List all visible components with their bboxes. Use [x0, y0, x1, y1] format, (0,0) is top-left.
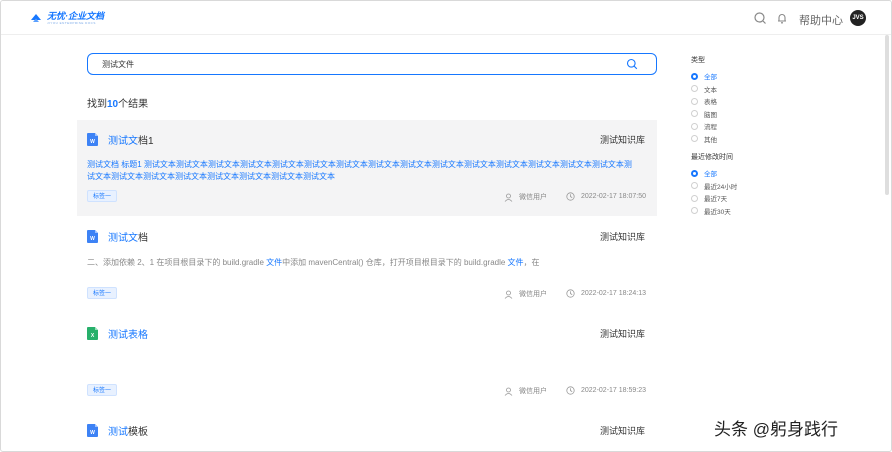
modified-time-filter: 最近修改时间 全部 最近24小时 最近7天 最近30天 — [691, 152, 737, 217]
radio-icon[interactable] — [691, 97, 698, 105]
user-icon — [504, 193, 513, 202]
result-title[interactable]: W 测试文 档1 — [87, 132, 154, 147]
type-option-other[interactable]: 其他 — [691, 133, 717, 146]
logo[interactable]: 无忧·企业文档 JIYOU ENTERPRISE DOCS — [29, 11, 104, 25]
type-option-all[interactable]: 全部 — [691, 70, 717, 83]
app-window: 无忧·企业文档 JIYOU ENTERPRISE DOCS 帮助中心 JVS 找… — [0, 0, 892, 452]
word-doc-icon: W — [87, 133, 98, 146]
tag-badge[interactable]: 标签一 — [87, 384, 118, 396]
knowledge-base-label: 测试知识库 — [599, 232, 645, 242]
cloud-logo-icon — [31, 14, 41, 22]
radio-icon[interactable] — [691, 182, 698, 190]
author: 微信用户 — [504, 192, 547, 202]
tag-badge[interactable]: 标签一 — [87, 287, 118, 299]
radio-icon[interactable] — [691, 122, 698, 130]
search-icon[interactable] — [626, 58, 638, 70]
radio-icon[interactable] — [691, 194, 698, 202]
watermark: 头条 @躬身践行 — [714, 420, 838, 439]
type-option-text[interactable]: 文本 — [691, 83, 717, 96]
modified-time: 2022-02-17 18:59:23 — [566, 386, 646, 395]
result-item[interactable]: W 测试文 档1 测试知识库 测试文档 标题1 测试文本测试文本测试文本测试文本测… — [77, 120, 657, 216]
type-filter: 类型 全部 文本 表格 脑图 流程 其他 — [691, 55, 717, 145]
result-snippet: 二、添加依赖 2、1 在项目根目录下的 build.gradle 文件中添加 m… — [87, 258, 540, 267]
result-title[interactable]: X 测试 表格 — [87, 326, 148, 341]
search-input[interactable] — [102, 57, 602, 71]
knowledge-base-label: 测试知识库 — [599, 426, 645, 436]
help-center-link[interactable]: 帮助中心 — [799, 12, 843, 28]
type-filter-heading: 类型 — [691, 57, 705, 64]
result-item[interactable]: W 测试 模板 测试知识库 — [77, 411, 657, 451]
word-doc-icon: W — [87, 424, 98, 437]
word-doc-icon: W — [87, 230, 98, 243]
author: 微信用户 — [504, 386, 547, 396]
result-snippet: 测试文档 标题1 测试文本测试文本测试文本测试文本测试文本测试文本测试文本测试文… — [87, 160, 632, 181]
type-option-sheet[interactable]: 表格 — [691, 95, 717, 108]
radio-selected-icon[interactable] — [691, 72, 698, 80]
user-icon — [504, 290, 513, 299]
time-option-7d[interactable]: 最近7天 — [691, 192, 737, 205]
tag-badge[interactable]: 标签一 — [87, 190, 118, 202]
author: 微信用户 — [504, 289, 547, 299]
result-item[interactable]: W 测试文档 测试知识库 二、添加依赖 2、1 在项目根目录下的 build.g… — [77, 217, 657, 313]
logo-title: 无忧·企业文档 — [47, 11, 104, 21]
result-count-number: 10 — [107, 99, 119, 110]
clock-icon — [566, 289, 575, 298]
knowledge-base-label: 测试知识库 — [599, 329, 645, 339]
result-title[interactable]: W 测试 模板 — [87, 423, 148, 438]
time-option-30d[interactable]: 最近30天 — [691, 205, 737, 218]
result-title[interactable]: W 测试文档 — [87, 229, 148, 244]
clock-icon — [566, 192, 575, 201]
modified-time: 2022-02-17 18:24:13 — [566, 289, 646, 298]
time-option-all[interactable]: 全部 — [691, 167, 737, 180]
excel-sheet-icon: X — [87, 327, 98, 340]
bell-icon[interactable] — [775, 11, 789, 25]
clock-icon — [566, 386, 575, 395]
type-option-flow[interactable]: 流程 — [691, 120, 717, 133]
modified-filter-heading: 最近修改时间 — [691, 154, 733, 161]
svg-text:W: W — [90, 430, 95, 436]
result-count: 找到10个结果 — [87, 99, 149, 110]
radio-selected-icon[interactable] — [691, 169, 698, 177]
svg-text:W: W — [90, 139, 95, 145]
radio-icon[interactable] — [691, 110, 698, 118]
svg-text:W: W — [90, 236, 95, 242]
radio-icon[interactable] — [691, 207, 698, 215]
radio-icon[interactable] — [691, 135, 698, 143]
type-option-mindmap[interactable]: 脑图 — [691, 108, 717, 121]
header-search-icon[interactable] — [753, 11, 767, 25]
modified-time: 2022-02-17 18:07:50 — [566, 192, 646, 201]
logo-subtitle: JIYOU ENTERPRISE DOCS — [47, 21, 96, 25]
radio-icon[interactable] — [691, 85, 698, 93]
avatar[interactable]: JVS — [850, 10, 866, 26]
scrollbar[interactable] — [885, 35, 889, 195]
knowledge-base-label: 测试知识库 — [599, 135, 645, 145]
time-option-24h[interactable]: 最近24小时 — [691, 180, 737, 193]
top-header: 无忧·企业文档 JIYOU ENTERPRISE DOCS 帮助中心 JVS — [1, 1, 891, 35]
search-box[interactable] — [87, 53, 657, 75]
user-icon — [504, 387, 513, 396]
result-item[interactable]: X 测试 表格 测试知识库 标签一 微信用户 2022-02-17 18:59:2… — [77, 314, 657, 410]
